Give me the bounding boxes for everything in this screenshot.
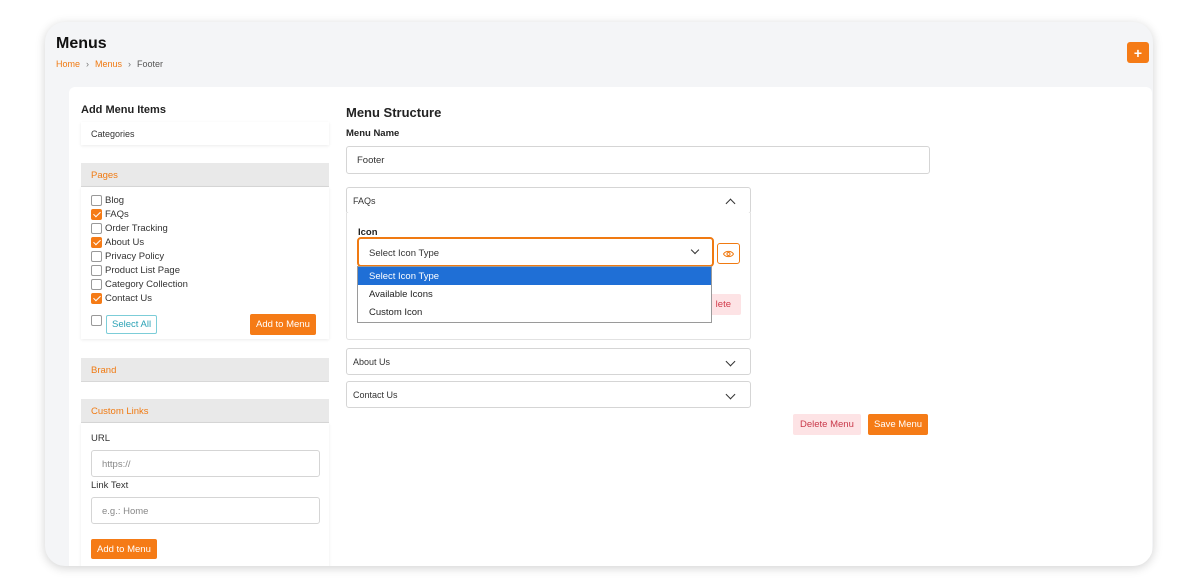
add-pages-to-menu-button[interactable]: Add to Menu xyxy=(250,314,316,335)
checkbox[interactable] xyxy=(91,223,102,234)
menu-item-faqs[interactable]: FAQs xyxy=(346,187,751,214)
url-input[interactable]: https:// xyxy=(91,450,320,477)
breadcrumb-home[interactable]: Home xyxy=(56,59,80,69)
brand-panel-header[interactable]: Brand xyxy=(81,358,329,382)
chevron-down-icon[interactable] xyxy=(725,356,736,367)
select-all-checkbox[interactable] xyxy=(91,315,102,326)
menu-item-label: About Us xyxy=(353,357,391,367)
link-text-input[interactable]: e.g.: Home xyxy=(91,497,320,524)
eye-icon xyxy=(723,250,734,257)
page-item-privacy-policy[interactable]: Privacy Policy xyxy=(91,251,164,262)
checkbox[interactable] xyxy=(91,279,102,290)
checkbox[interactable] xyxy=(91,251,102,262)
page-item-label: Product List Page xyxy=(105,265,180,276)
link-text-label: Link Text xyxy=(91,480,129,491)
add-custom-link-button[interactable]: Add to Menu xyxy=(91,539,157,559)
chevron-down-icon xyxy=(690,245,700,255)
icon-type-select[interactable]: Select Icon Type xyxy=(357,237,714,267)
delete-menu-button[interactable]: Delete Menu xyxy=(793,414,861,435)
save-menu-button[interactable]: Save Menu xyxy=(868,414,929,435)
chevron-down-icon[interactable] xyxy=(725,389,736,400)
menu-item-label: FAQs xyxy=(353,196,376,206)
page-item-category-collection[interactable]: Category Collection xyxy=(91,279,188,290)
menu-item-about-us[interactable]: About Us xyxy=(346,348,751,375)
checkbox-checked[interactable] xyxy=(91,209,102,220)
page-item-label: Privacy Policy xyxy=(105,251,165,262)
checkbox-checked[interactable] xyxy=(91,293,102,304)
main-card: Add Menu Items Categories Pages Blog FAQ… xyxy=(69,87,1152,566)
checkbox-checked[interactable] xyxy=(91,237,102,248)
menu-item-contact-us[interactable]: Contact Us xyxy=(346,381,751,408)
breadcrumb: Home › Menus › Footer xyxy=(56,59,163,69)
custom-links-panel-body: URL https:// Link Text e.g.: Home Add to… xyxy=(81,423,329,566)
add-menu-plus-button[interactable]: + xyxy=(1127,42,1149,63)
page-item-label: Contact Us xyxy=(105,293,152,304)
page-item-label: Category Collection xyxy=(105,279,188,290)
menu-item-label: Contact Us xyxy=(353,390,398,400)
menu-name-label: Menu Name xyxy=(346,128,400,139)
categories-panel-header[interactable]: Categories xyxy=(81,122,329,145)
app-window: Menus Home › Menus › Footer + Add Menu I… xyxy=(45,22,1153,566)
page-item-blog[interactable]: Blog xyxy=(91,195,124,206)
chevron-up-icon[interactable] xyxy=(725,198,736,209)
breadcrumb-menus[interactable]: Menus xyxy=(95,59,122,69)
page-item-label: About Us xyxy=(105,237,145,248)
page-item-label: Order Tracking xyxy=(105,223,168,234)
checkbox[interactable] xyxy=(91,265,102,276)
dropdown-option[interactable]: Custom Icon xyxy=(358,303,711,321)
preview-eye-button[interactable] xyxy=(717,243,740,264)
url-label: URL xyxy=(91,433,111,444)
menu-name-input[interactable]: Footer xyxy=(346,146,930,174)
page-item-label: FAQs xyxy=(105,209,129,220)
page-title: Menus xyxy=(56,35,107,52)
pages-panel-body: Blog FAQs Order Tracking About Us Privac… xyxy=(81,187,329,339)
page-item-order-tracking[interactable]: Order Tracking xyxy=(91,223,168,234)
menu-item-faqs-body: Icon lete Select Icon Type Select Icon T… xyxy=(346,213,751,340)
icon-type-dropdown: Select Icon Type Available Icons Custom … xyxy=(357,266,712,323)
menu-structure-title: Menu Structure xyxy=(346,105,442,120)
page-item-contact-us[interactable]: Contact Us xyxy=(91,293,152,304)
page-item-product-list-page[interactable]: Product List Page xyxy=(91,265,180,276)
pages-panel-header[interactable]: Pages xyxy=(81,163,329,187)
page-item-about-us[interactable]: About Us xyxy=(91,237,144,248)
custom-links-panel-header[interactable]: Custom Links xyxy=(81,399,329,423)
dropdown-option[interactable]: Select Icon Type xyxy=(358,267,711,285)
breadcrumb-current: Footer xyxy=(137,59,164,69)
chevron-right-icon: › xyxy=(86,59,90,69)
page-item-faqs[interactable]: FAQs xyxy=(91,209,129,220)
select-all-button[interactable]: Select All xyxy=(106,315,158,334)
icon-type-select-value: Select Icon Type xyxy=(369,248,440,259)
chevron-right-icon: › xyxy=(128,59,132,69)
add-menu-items-title: Add Menu Items xyxy=(81,104,166,116)
dropdown-option[interactable]: Available Icons xyxy=(358,285,711,303)
checkbox[interactable] xyxy=(91,195,102,206)
page-item-label: Blog xyxy=(105,195,125,206)
